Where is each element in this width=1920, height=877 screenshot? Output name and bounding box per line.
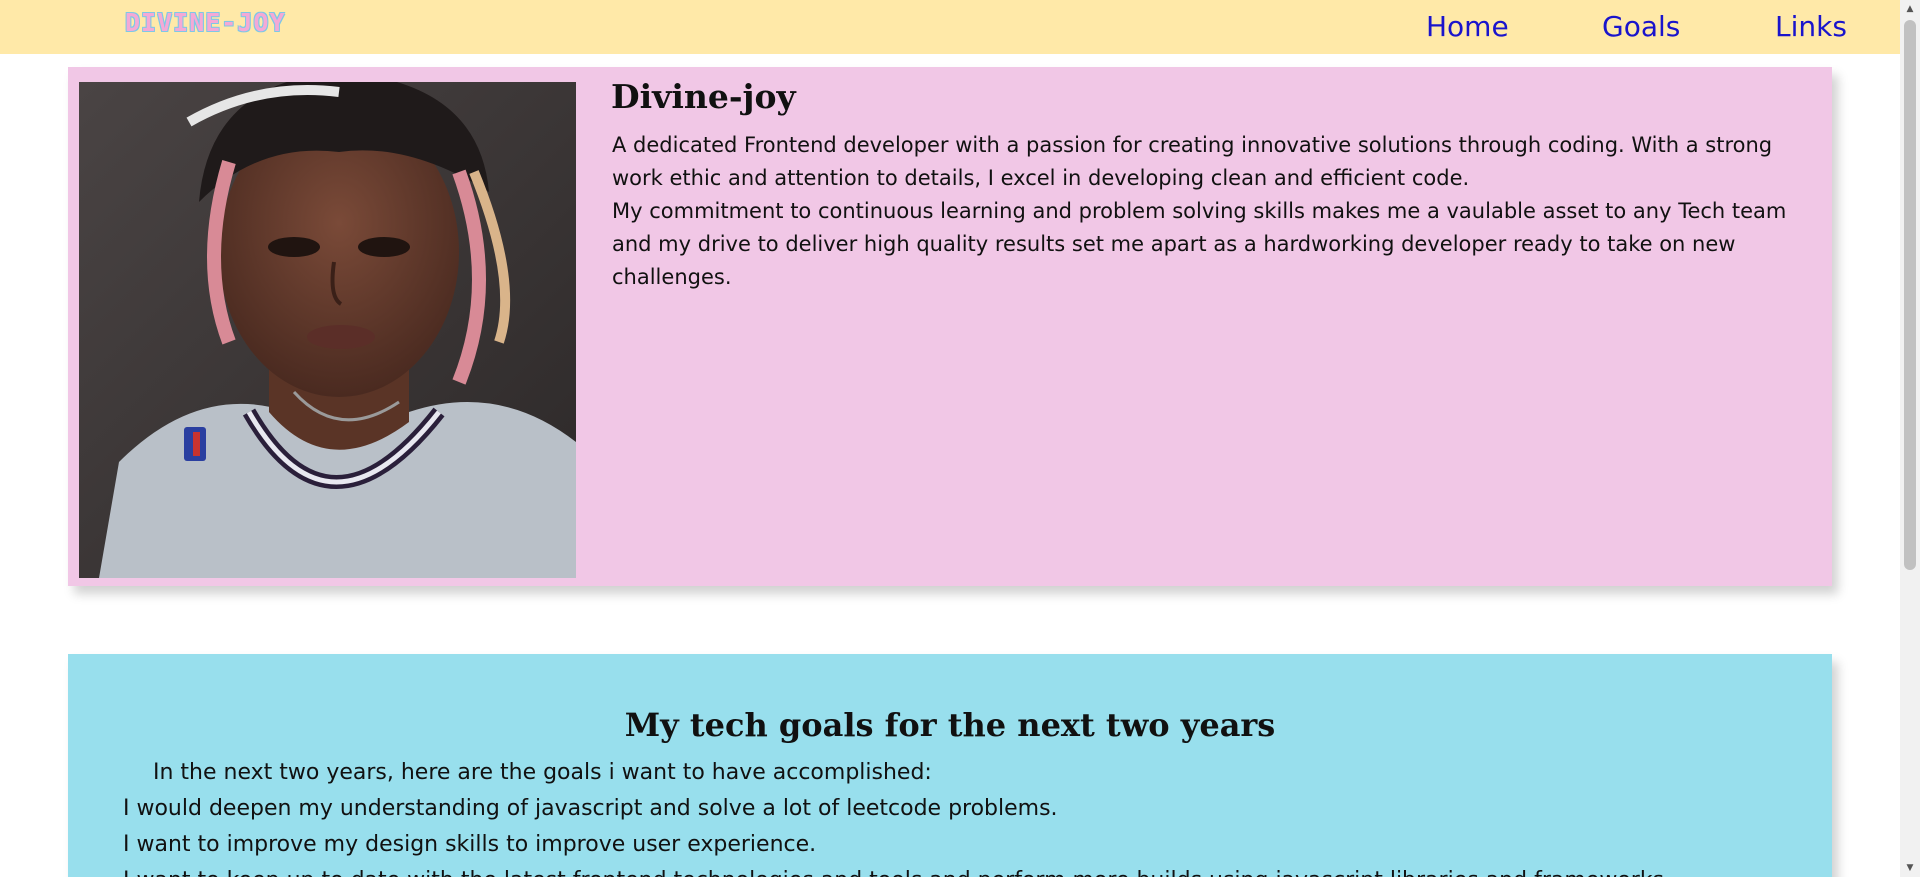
nav-link-home[interactable]: Home xyxy=(1426,10,1509,43)
scroll-up-icon[interactable]: ▲ xyxy=(1900,0,1920,18)
vertical-scrollbar[interactable]: ▲ ▼ xyxy=(1900,0,1920,877)
navbar: DIVINE-JOY Home Goals Links xyxy=(0,0,1900,54)
goal-item: I would deepen my understanding of javas… xyxy=(123,796,1058,821)
bio-paragraph-1: A dedicated Frontend developer with a pa… xyxy=(612,133,1773,190)
profile-photo xyxy=(79,82,576,578)
profile-card: Divine-joy A dedicated Frontend develope… xyxy=(68,67,1832,586)
profile-bio: A dedicated Frontend developer with a pa… xyxy=(612,129,1824,294)
goal-item: I want to keep up to date with the lates… xyxy=(123,868,1671,877)
goals-section: My tech goals for the next two years In … xyxy=(68,654,1832,877)
page: DIVINE-JOY Home Goals Links Divine-joy A… xyxy=(0,0,1920,877)
nav-link-links[interactable]: Links xyxy=(1775,10,1847,43)
bio-paragraph-2: My commitment to continuous learning and… xyxy=(612,199,1787,289)
goals-title: My tech goals for the next two years xyxy=(624,706,1276,744)
nav-link-goals[interactable]: Goals xyxy=(1602,10,1680,43)
scrollbar-thumb[interactable] xyxy=(1904,20,1916,570)
goal-item: I want to improve my design skills to im… xyxy=(123,832,817,857)
site-logo[interactable]: DIVINE-JOY xyxy=(125,8,286,37)
goals-intro: In the next two years, here are the goal… xyxy=(153,760,932,785)
profile-photo-graphic xyxy=(79,82,576,578)
scroll-down-icon[interactable]: ▼ xyxy=(1900,859,1920,877)
profile-name: Divine-joy xyxy=(611,77,796,116)
